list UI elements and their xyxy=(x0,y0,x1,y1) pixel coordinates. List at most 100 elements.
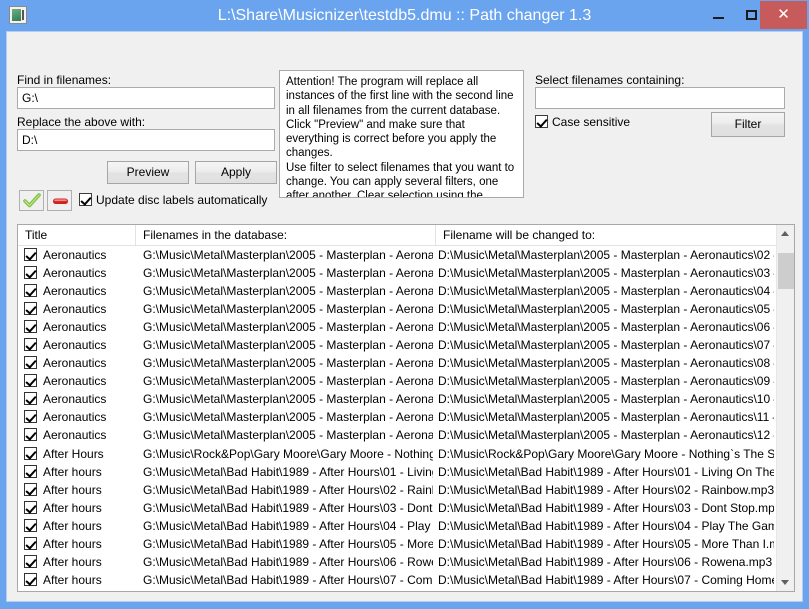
update-disc-labels-checkbox[interactable]: Update disc labels automatically xyxy=(79,193,267,207)
table-row[interactable]: After hours G:\Music\Metal\Bad Habit\1989… xyxy=(18,463,776,481)
filter-button[interactable]: Filter xyxy=(711,112,785,137)
table-body[interactable]: Aeronautics G:\Music\Metal\Masterplan\200… xyxy=(18,246,776,591)
cell-current-filename: G:\Music\Rock&Pop\Gary Moore\Gary Moore … xyxy=(143,446,433,461)
select-filenames-input[interactable] xyxy=(535,87,785,109)
cell-current-filename: G:\Music\Metal\Masterplan\2005 - Masterp… xyxy=(143,338,433,353)
checkbox-box xyxy=(24,302,37,316)
row-checkbox[interactable] xyxy=(24,392,38,406)
vertical-scrollbar[interactable] xyxy=(776,225,794,591)
checkbox-box xyxy=(24,374,37,388)
column-header-title[interactable]: Title xyxy=(18,225,136,245)
row-checkbox[interactable] xyxy=(24,356,38,370)
cell-new-filename: D:\Music\Metal\Masterplan\2005 - Masterp… xyxy=(438,248,774,262)
row-checkbox[interactable] xyxy=(24,410,38,424)
table-row[interactable]: Aeronautics G:\Music\Metal\Masterplan\200… xyxy=(18,282,776,300)
row-checkbox[interactable] xyxy=(24,302,38,316)
row-checkbox[interactable] xyxy=(24,464,38,479)
cell-title: Aeronautics xyxy=(43,320,107,335)
table-row[interactable]: After hours G:\Music\Metal\Bad Habit\1989… xyxy=(18,535,776,553)
cell-new-filename: D:\Music\Metal\Masterplan\2005 - Masterp… xyxy=(438,356,774,371)
case-sensitive-label: Case sensitive xyxy=(552,115,631,129)
cell-title: After hours xyxy=(43,572,102,587)
row-checkbox[interactable] xyxy=(24,266,38,280)
cell-title: Aeronautics xyxy=(43,356,107,371)
find-input[interactable] xyxy=(17,87,275,109)
table-row[interactable]: After hours G:\Music\Metal\Bad Habit\1989… xyxy=(18,571,776,589)
row-checkbox[interactable] xyxy=(24,482,38,497)
cell-current-filename: G:\Music\Metal\Masterplan\2005 - Masterp… xyxy=(143,356,433,371)
cell-title: Aeronautics xyxy=(43,392,107,407)
cell-current-filename: G:\Music\Metal\Bad Habit\1989 - After Ho… xyxy=(143,464,433,479)
table-row[interactable]: Aeronautics G:\Music\Metal\Masterplan\200… xyxy=(18,426,776,444)
chevron-down-icon xyxy=(781,580,789,585)
checkbox-box xyxy=(79,193,92,206)
cell-title: Aeronautics xyxy=(43,266,107,281)
table-row[interactable]: After Hours G:\Music\Rock&Pop\Gary Moore\… xyxy=(18,445,776,463)
table-row[interactable]: Aeronautics G:\Music\Metal\Masterplan\200… xyxy=(18,318,776,336)
cell-new-filename: D:\Music\Metal\Bad Habit\1989 - After Ho… xyxy=(438,464,774,479)
row-checkbox[interactable] xyxy=(24,554,38,569)
cell-title: After hours xyxy=(43,518,102,533)
scrollbar-thumb[interactable] xyxy=(778,253,794,289)
row-checkbox[interactable] xyxy=(24,536,38,551)
checkbox-box xyxy=(24,338,37,352)
unselect-all-button[interactable] xyxy=(47,190,72,211)
row-checkbox[interactable] xyxy=(24,284,38,298)
column-header-filenames[interactable]: Filenames in the database: xyxy=(136,225,436,245)
cell-current-filename: G:\Music\Metal\Masterplan\2005 - Masterp… xyxy=(143,284,433,299)
cell-new-filename: D:\Music\Metal\Masterplan\2005 - Masterp… xyxy=(438,374,774,389)
close-button[interactable]: ✕ xyxy=(760,1,807,29)
row-checkbox[interactable] xyxy=(24,248,38,262)
checkbox-box xyxy=(24,320,37,334)
table-row[interactable]: Aeronautics G:\Music\Metal\Masterplan\200… xyxy=(18,372,776,390)
title-bar[interactable]: L:\Share\Musicnizer\testdb5.dmu :: Path … xyxy=(0,0,809,31)
cell-title: Aeronautics xyxy=(43,338,107,353)
cell-new-filename: D:\Music\Metal\Bad Habit\1989 - After Ho… xyxy=(438,482,774,497)
scroll-up-button[interactable] xyxy=(777,225,794,242)
table-row[interactable]: Aeronautics G:\Music\Metal\Masterplan\200… xyxy=(18,408,776,426)
cell-title: After hours xyxy=(43,554,102,569)
cell-new-filename: D:\Music\Metal\Masterplan\2005 - Masterp… xyxy=(438,392,774,407)
table-row[interactable]: After hours G:\Music\Metal\Bad Habit\1989… xyxy=(18,517,776,535)
row-checkbox[interactable] xyxy=(24,446,38,461)
column-header-new-filename[interactable]: Filename will be changed to: xyxy=(436,225,776,245)
cell-title: After hours xyxy=(43,589,138,592)
scroll-down-button[interactable] xyxy=(777,574,794,591)
checkbox-box xyxy=(24,446,37,460)
attention-paragraph-1: Attention! The program will replace all … xyxy=(286,76,514,160)
close-icon: ✕ xyxy=(777,6,790,23)
cell-new-filename: D:\Music\Metal\Bad Habit\1989 - After Ho… xyxy=(438,589,774,592)
cell-new-filename: D:\Music\Metal\Bad Habit\1989 - After Ho… xyxy=(438,518,774,533)
table-row[interactable]: After hours G:\Music\Metal\Bad Habit\1989… xyxy=(18,553,776,571)
cell-current-filename: G:\Music\Metal\Masterplan\2005 - Masterp… xyxy=(143,392,433,407)
apply-button[interactable]: Apply xyxy=(195,161,277,184)
table-row[interactable]: Aeronautics G:\Music\Metal\Masterplan\200… xyxy=(18,300,776,318)
row-checkbox[interactable] xyxy=(24,374,38,388)
table-row[interactable]: Aeronautics G:\Music\Metal\Masterplan\200… xyxy=(18,354,776,372)
preview-button[interactable]: Preview xyxy=(107,161,189,184)
select-all-button[interactable] xyxy=(19,190,44,211)
attention-textbox: Attention! The program will replace all … xyxy=(279,70,524,198)
replace-input[interactable] xyxy=(17,129,275,151)
case-sensitive-checkbox[interactable]: Case sensitive xyxy=(535,115,630,129)
table-row[interactable]: Aeronautics G:\Music\Metal\Masterplan\200… xyxy=(18,246,776,264)
table-row[interactable]: Aeronautics G:\Music\Metal\Masterplan\200… xyxy=(18,264,776,282)
table-row[interactable]: Aeronautics G:\Music\Metal\Masterplan\200… xyxy=(18,390,776,408)
cell-current-filename: G:\Music\Metal\Masterplan\2005 - Masterp… xyxy=(143,374,433,389)
table-row[interactable]: After hours G:\Music\Metal\Bad Habit\1989… xyxy=(18,589,776,591)
row-checkbox[interactable] xyxy=(24,500,38,515)
cell-title: After hours xyxy=(43,464,102,479)
row-checkbox[interactable] xyxy=(24,428,38,442)
row-checkbox[interactable] xyxy=(24,338,38,352)
row-checkbox[interactable] xyxy=(24,320,38,334)
row-checkbox[interactable] xyxy=(24,572,38,587)
row-checkbox[interactable] xyxy=(24,518,38,533)
table-row[interactable]: After hours G:\Music\Metal\Bad Habit\1989… xyxy=(18,481,776,499)
table-row[interactable]: Aeronautics G:\Music\Metal\Masterplan\200… xyxy=(18,336,776,354)
cell-title: After hours xyxy=(43,482,102,497)
minimize-button[interactable] xyxy=(702,0,735,29)
table-row[interactable]: After hours G:\Music\Metal\Bad Habit\1989… xyxy=(18,499,776,517)
checkbox-box xyxy=(24,536,37,550)
cell-new-filename: D:\Music\Metal\Bad Habit\1989 - After Ho… xyxy=(438,536,774,551)
checkbox-box xyxy=(24,284,37,298)
